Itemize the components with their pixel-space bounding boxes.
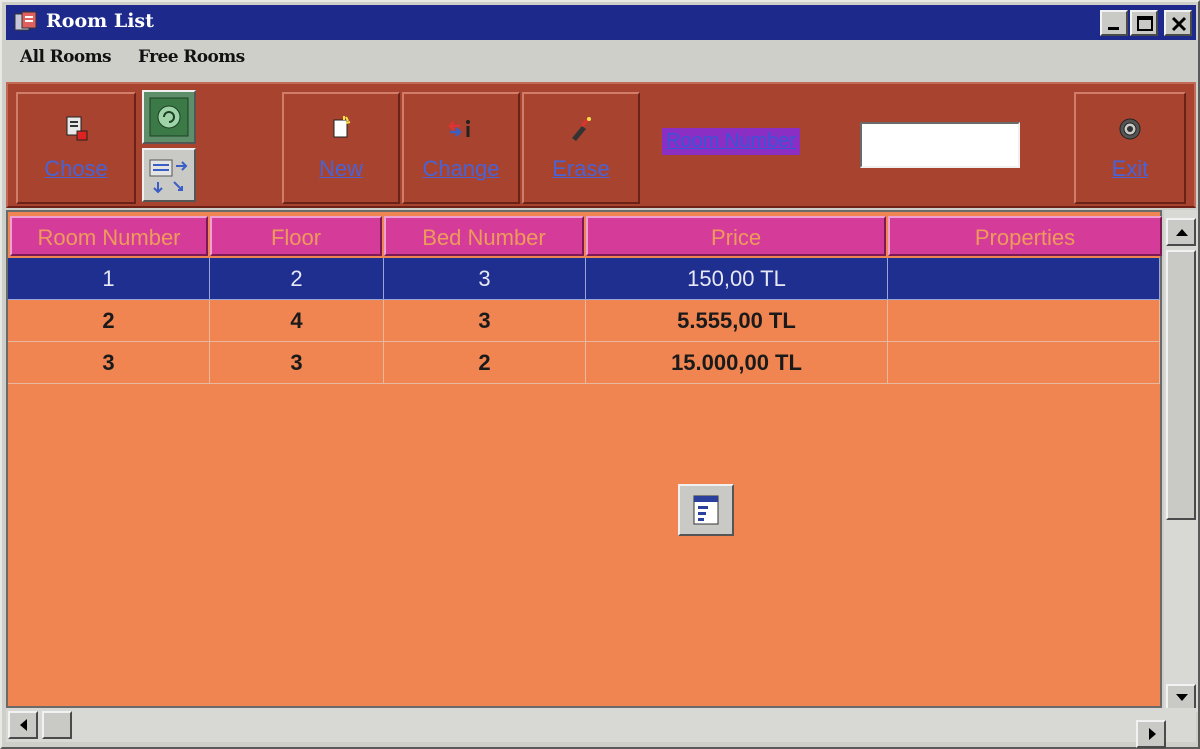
new-document-icon xyxy=(333,116,351,138)
refresh-icon xyxy=(149,97,189,137)
new-button[interactable]: New xyxy=(282,92,400,204)
arrow-right-icon xyxy=(1149,728,1156,740)
column-header-bed-number[interactable]: Bed Number xyxy=(384,216,584,256)
column-header-properties[interactable]: Properties xyxy=(888,216,1162,256)
change-icon xyxy=(448,120,470,137)
document-icon xyxy=(66,116,88,141)
room-list-window: Room List All Rooms Free Rooms Chose New… xyxy=(0,0,1200,749)
arrow-left-icon xyxy=(20,719,27,731)
eraser-icon xyxy=(572,117,591,141)
cell-bed-number: 2 xyxy=(384,342,586,384)
room-number-label: Room Number xyxy=(662,128,801,155)
minimize-icon xyxy=(1108,27,1119,30)
erase-label: Erase xyxy=(552,156,610,181)
cell-floor: 2 xyxy=(210,258,384,300)
scroll-left-button[interactable] xyxy=(8,711,38,739)
room-grid[interactable]: Room Number Floor Bed Number Price Prope… xyxy=(6,210,1162,708)
app-icon xyxy=(14,11,37,31)
cell-floor: 3 xyxy=(210,342,384,384)
exit-icon xyxy=(1119,118,1141,140)
table-row[interactable]: 1 2 3 150,00 TL xyxy=(8,258,1160,300)
menu-free-rooms[interactable]: Free Rooms xyxy=(138,47,245,67)
cell-room-number: 3 xyxy=(8,342,210,384)
cell-room-number: 2 xyxy=(8,300,210,342)
transfer-button[interactable] xyxy=(142,148,196,202)
list-button[interactable] xyxy=(678,484,734,536)
column-header-room-number[interactable]: Room Number xyxy=(10,216,208,256)
column-header-price[interactable]: Price xyxy=(586,216,886,256)
list-icon xyxy=(693,495,719,525)
toolbar: Chose New Change Erase Room Number Exit xyxy=(6,82,1196,208)
cell-floor: 4 xyxy=(210,300,384,342)
arrow-down-icon xyxy=(1176,694,1188,701)
table-row[interactable]: 2 4 3 5.555,00 TL xyxy=(8,300,1160,342)
close-icon xyxy=(1171,16,1187,32)
transfer-icon xyxy=(149,159,188,194)
cell-price: 150,00 TL xyxy=(586,258,888,300)
chose-label: Chose xyxy=(44,156,108,181)
vertical-scrollbar[interactable] xyxy=(1164,210,1198,712)
change-button[interactable]: Change xyxy=(402,92,520,204)
scroll-up-button[interactable] xyxy=(1166,218,1196,246)
room-number-input[interactable] xyxy=(860,122,1020,168)
cell-properties xyxy=(888,300,1160,342)
cell-price: 15.000,00 TL xyxy=(586,342,888,384)
maximize-button[interactable] xyxy=(1130,10,1158,36)
new-label: New xyxy=(318,156,363,181)
cell-properties xyxy=(888,342,1160,384)
refresh-button[interactable] xyxy=(142,90,196,144)
cell-bed-number: 3 xyxy=(384,300,586,342)
horizontal-scrollbar[interactable] xyxy=(6,708,1196,748)
cell-bed-number: 3 xyxy=(384,258,586,300)
maximize-icon xyxy=(1137,16,1153,31)
table-row[interactable]: 3 3 2 15.000,00 TL xyxy=(8,342,1160,384)
cell-properties xyxy=(888,258,1160,300)
title-bar[interactable]: Room List xyxy=(6,5,1196,40)
horizontal-scroll-thumb[interactable] xyxy=(42,711,72,739)
cell-room-number: 1 xyxy=(8,258,210,300)
vertical-scroll-thumb[interactable] xyxy=(1166,250,1196,520)
change-label: Change xyxy=(422,156,500,181)
exit-label: Exit xyxy=(1111,156,1149,181)
exit-button[interactable]: Exit xyxy=(1074,92,1186,204)
window-title: Room List xyxy=(46,10,154,32)
erase-button[interactable]: Erase xyxy=(522,92,640,204)
close-button[interactable] xyxy=(1164,10,1192,36)
grid-header: Room Number Floor Bed Number Price Prope… xyxy=(8,212,1162,258)
minimize-button[interactable] xyxy=(1100,10,1128,36)
menu-all-rooms[interactable]: All Rooms xyxy=(20,47,112,67)
column-header-floor[interactable]: Floor xyxy=(210,216,382,256)
cell-price: 5.555,00 TL xyxy=(586,300,888,342)
arrow-up-icon xyxy=(1176,229,1188,236)
menu-bar: All Rooms Free Rooms xyxy=(6,42,1196,78)
chose-button[interactable]: Chose xyxy=(16,92,136,204)
scroll-right-button[interactable] xyxy=(1136,720,1166,748)
